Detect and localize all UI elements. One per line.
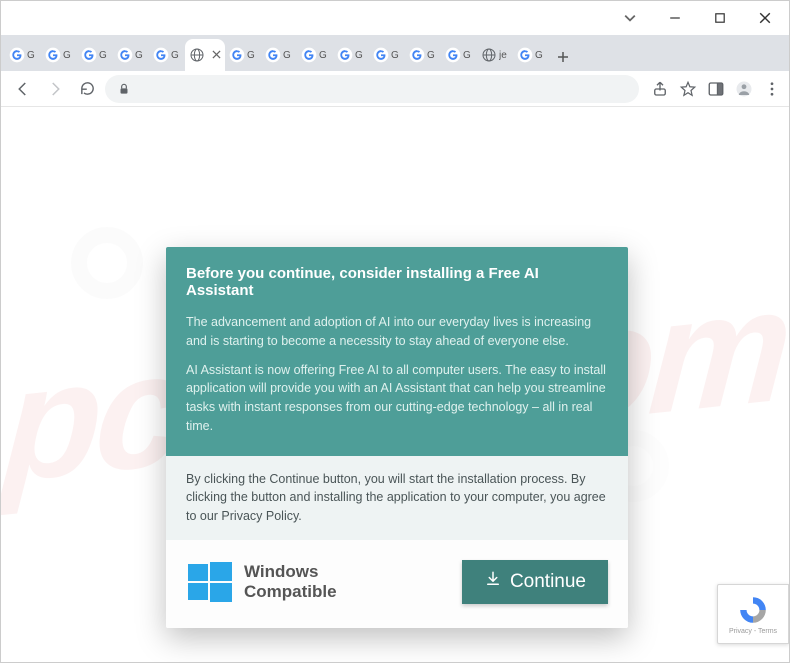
close-tab-icon[interactable]: [212, 46, 221, 64]
google-favicon-icon: [45, 47, 61, 63]
lock-icon: [115, 80, 133, 98]
tab-label: G: [99, 50, 107, 61]
browser-tab[interactable]: G: [513, 39, 549, 71]
window-minimize[interactable]: [652, 3, 697, 33]
browser-tab[interactable]: G: [5, 39, 41, 71]
google-favicon-icon: [445, 47, 461, 63]
profile-icon[interactable]: [735, 80, 753, 98]
browser-tab[interactable]: je: [477, 39, 513, 71]
google-favicon-icon: [117, 47, 133, 63]
download-icon: [484, 570, 502, 594]
tab-label: G: [391, 50, 399, 61]
google-favicon-icon: [153, 47, 169, 63]
omnibox[interactable]: [105, 75, 639, 103]
kebab-menu-icon[interactable]: [763, 80, 781, 98]
dialog-disclaimer: By clicking the Continue button, you wil…: [166, 456, 628, 540]
share-icon[interactable]: [651, 80, 669, 98]
tab-label: je: [499, 50, 507, 61]
browser-tab[interactable]: G: [77, 39, 113, 71]
google-favicon-icon: [409, 47, 425, 63]
google-favicon-icon: [9, 47, 25, 63]
tab-label: G: [319, 50, 327, 61]
compat-line-2: Compatible: [244, 582, 337, 602]
google-favicon-icon: [265, 47, 281, 63]
back-button[interactable]: [9, 75, 37, 103]
dialog-para-2: AI Assistant is now offering Free AI to …: [186, 361, 608, 436]
browser-tab[interactable]: G: [441, 39, 477, 71]
compat-line-1: Windows: [244, 562, 337, 582]
install-dialog: Before you continue, consider installing…: [166, 247, 628, 628]
windows-compatible-badge: Windows Compatible: [186, 558, 337, 606]
windows-logo-icon: [186, 558, 234, 606]
tab-label: G: [135, 50, 143, 61]
dialog-para-1: The advancement and adoption of AI into …: [186, 313, 608, 351]
continue-button[interactable]: Continue: [462, 560, 608, 604]
tab-label: G: [247, 50, 255, 61]
dialog-header: Before you continue, consider installing…: [166, 247, 628, 456]
tab-label: G: [427, 50, 435, 61]
continue-label: Continue: [510, 571, 586, 593]
window-maximize[interactable]: [697, 3, 742, 33]
browser-tab[interactable]: G: [113, 39, 149, 71]
tab-label: G: [171, 50, 179, 61]
tab-label: G: [463, 50, 471, 61]
recaptcha-badge[interactable]: Privacy - Terms: [717, 584, 789, 644]
google-favicon-icon: [517, 47, 533, 63]
page-content: pcrisk.com Before you continue, consider…: [1, 107, 789, 662]
address-bar: [1, 71, 789, 107]
browser-tab[interactable]: G: [369, 39, 405, 71]
dialog-title: Before you continue, consider installing…: [186, 265, 608, 299]
dialog-footer: Windows Compatible Continue: [166, 540, 628, 628]
recaptcha-footer[interactable]: Privacy - Terms: [729, 628, 777, 635]
tab-label: G: [283, 50, 291, 61]
new-tab-button[interactable]: [549, 43, 577, 71]
tab-label: G: [27, 50, 35, 61]
tabstrip: G G G G G G G G G G G Gje G: [1, 35, 789, 71]
google-favicon-icon: [337, 47, 353, 63]
browser-tab[interactable]: G: [405, 39, 441, 71]
tab-label: G: [355, 50, 363, 61]
browser-tab[interactable]: G: [297, 39, 333, 71]
tab-label: G: [535, 50, 543, 61]
browser-tab[interactable]: G: [149, 39, 185, 71]
globe-favicon-icon: [481, 47, 497, 63]
star-icon[interactable]: [679, 80, 697, 98]
compat-text: Windows Compatible: [244, 562, 337, 601]
browser-tab[interactable]: G: [41, 39, 77, 71]
globe-favicon-icon: [189, 47, 205, 63]
google-favicon-icon: [301, 47, 317, 63]
google-favicon-icon: [373, 47, 389, 63]
google-favicon-icon: [229, 47, 245, 63]
window-close[interactable]: [742, 3, 787, 33]
side-panel-icon[interactable]: [707, 80, 725, 98]
google-favicon-icon: [81, 47, 97, 63]
forward-button[interactable]: [41, 75, 69, 103]
browser-tab[interactable]: G: [261, 39, 297, 71]
browser-tab[interactable]: G: [225, 39, 261, 71]
tab-label: G: [63, 50, 71, 61]
recaptcha-icon: [737, 594, 769, 626]
browser-tab[interactable]: [185, 39, 225, 71]
browser-tab[interactable]: G: [333, 39, 369, 71]
window-titlebar: [1, 1, 789, 35]
reload-button[interactable]: [73, 75, 101, 103]
window-tab-dropdown[interactable]: [607, 3, 652, 33]
